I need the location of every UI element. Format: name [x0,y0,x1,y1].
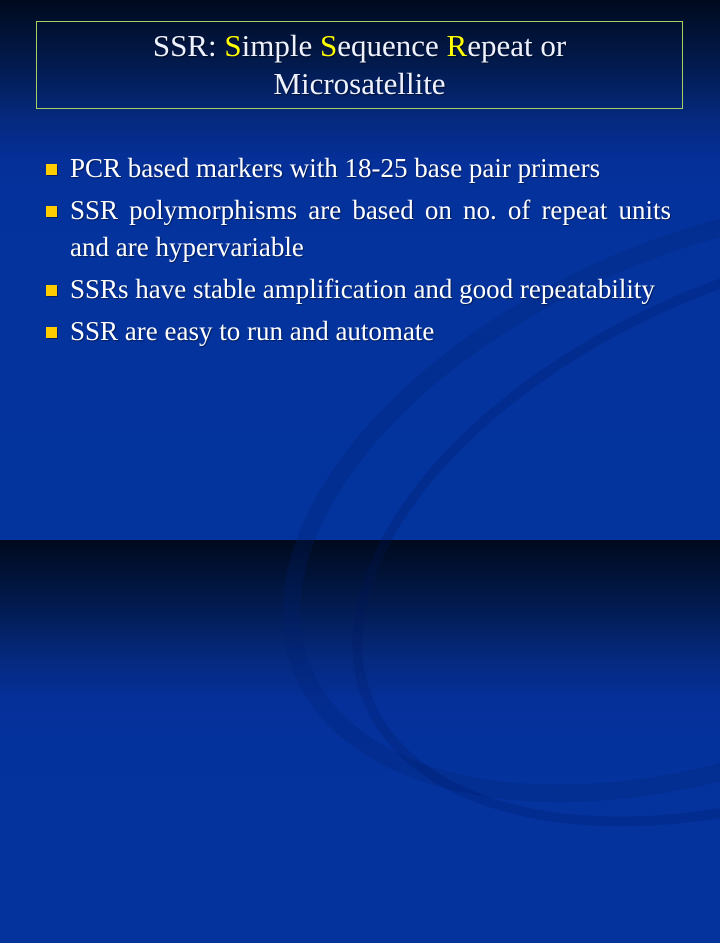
bullet-text: PCR based markers with 18-25 base pair p… [70,153,601,183]
title-box: SSR: Simple Sequence Repeat or Microsate… [36,21,683,109]
title-line-2: Microsatellite [273,66,446,101]
title-highlight-letter: S [224,28,242,63]
slide-title: SSR: Simple Sequence Repeat or Microsate… [153,27,566,103]
square-bullet-icon [46,206,57,217]
title-part: SSR: [152,28,225,63]
bullet-text: SSR are easy to run and automate [70,316,435,346]
title-part: imple [241,28,320,63]
title-part: epeat or [467,28,567,63]
bullet-list: PCR based markers with 18-25 base pair p… [46,150,671,355]
square-bullet-icon [46,327,57,338]
bullet-item: SSRs have stable amplification and good … [46,271,671,308]
bullet-item: PCR based markers with 18-25 base pair p… [46,150,671,187]
square-bullet-icon [46,164,57,175]
bullet-text: SSR polymorphisms are based on no. of re… [70,195,671,262]
title-highlight-letter: S [319,28,338,63]
bullet-text: SSRs have stable amplification and good … [70,274,655,304]
square-bullet-icon [46,285,57,296]
title-highlight-letter: R [446,28,468,63]
bullet-item: SSR are easy to run and automate [46,313,671,350]
title-part: equence [337,28,447,63]
bullet-item: SSR polymorphisms are based on no. of re… [46,192,671,266]
